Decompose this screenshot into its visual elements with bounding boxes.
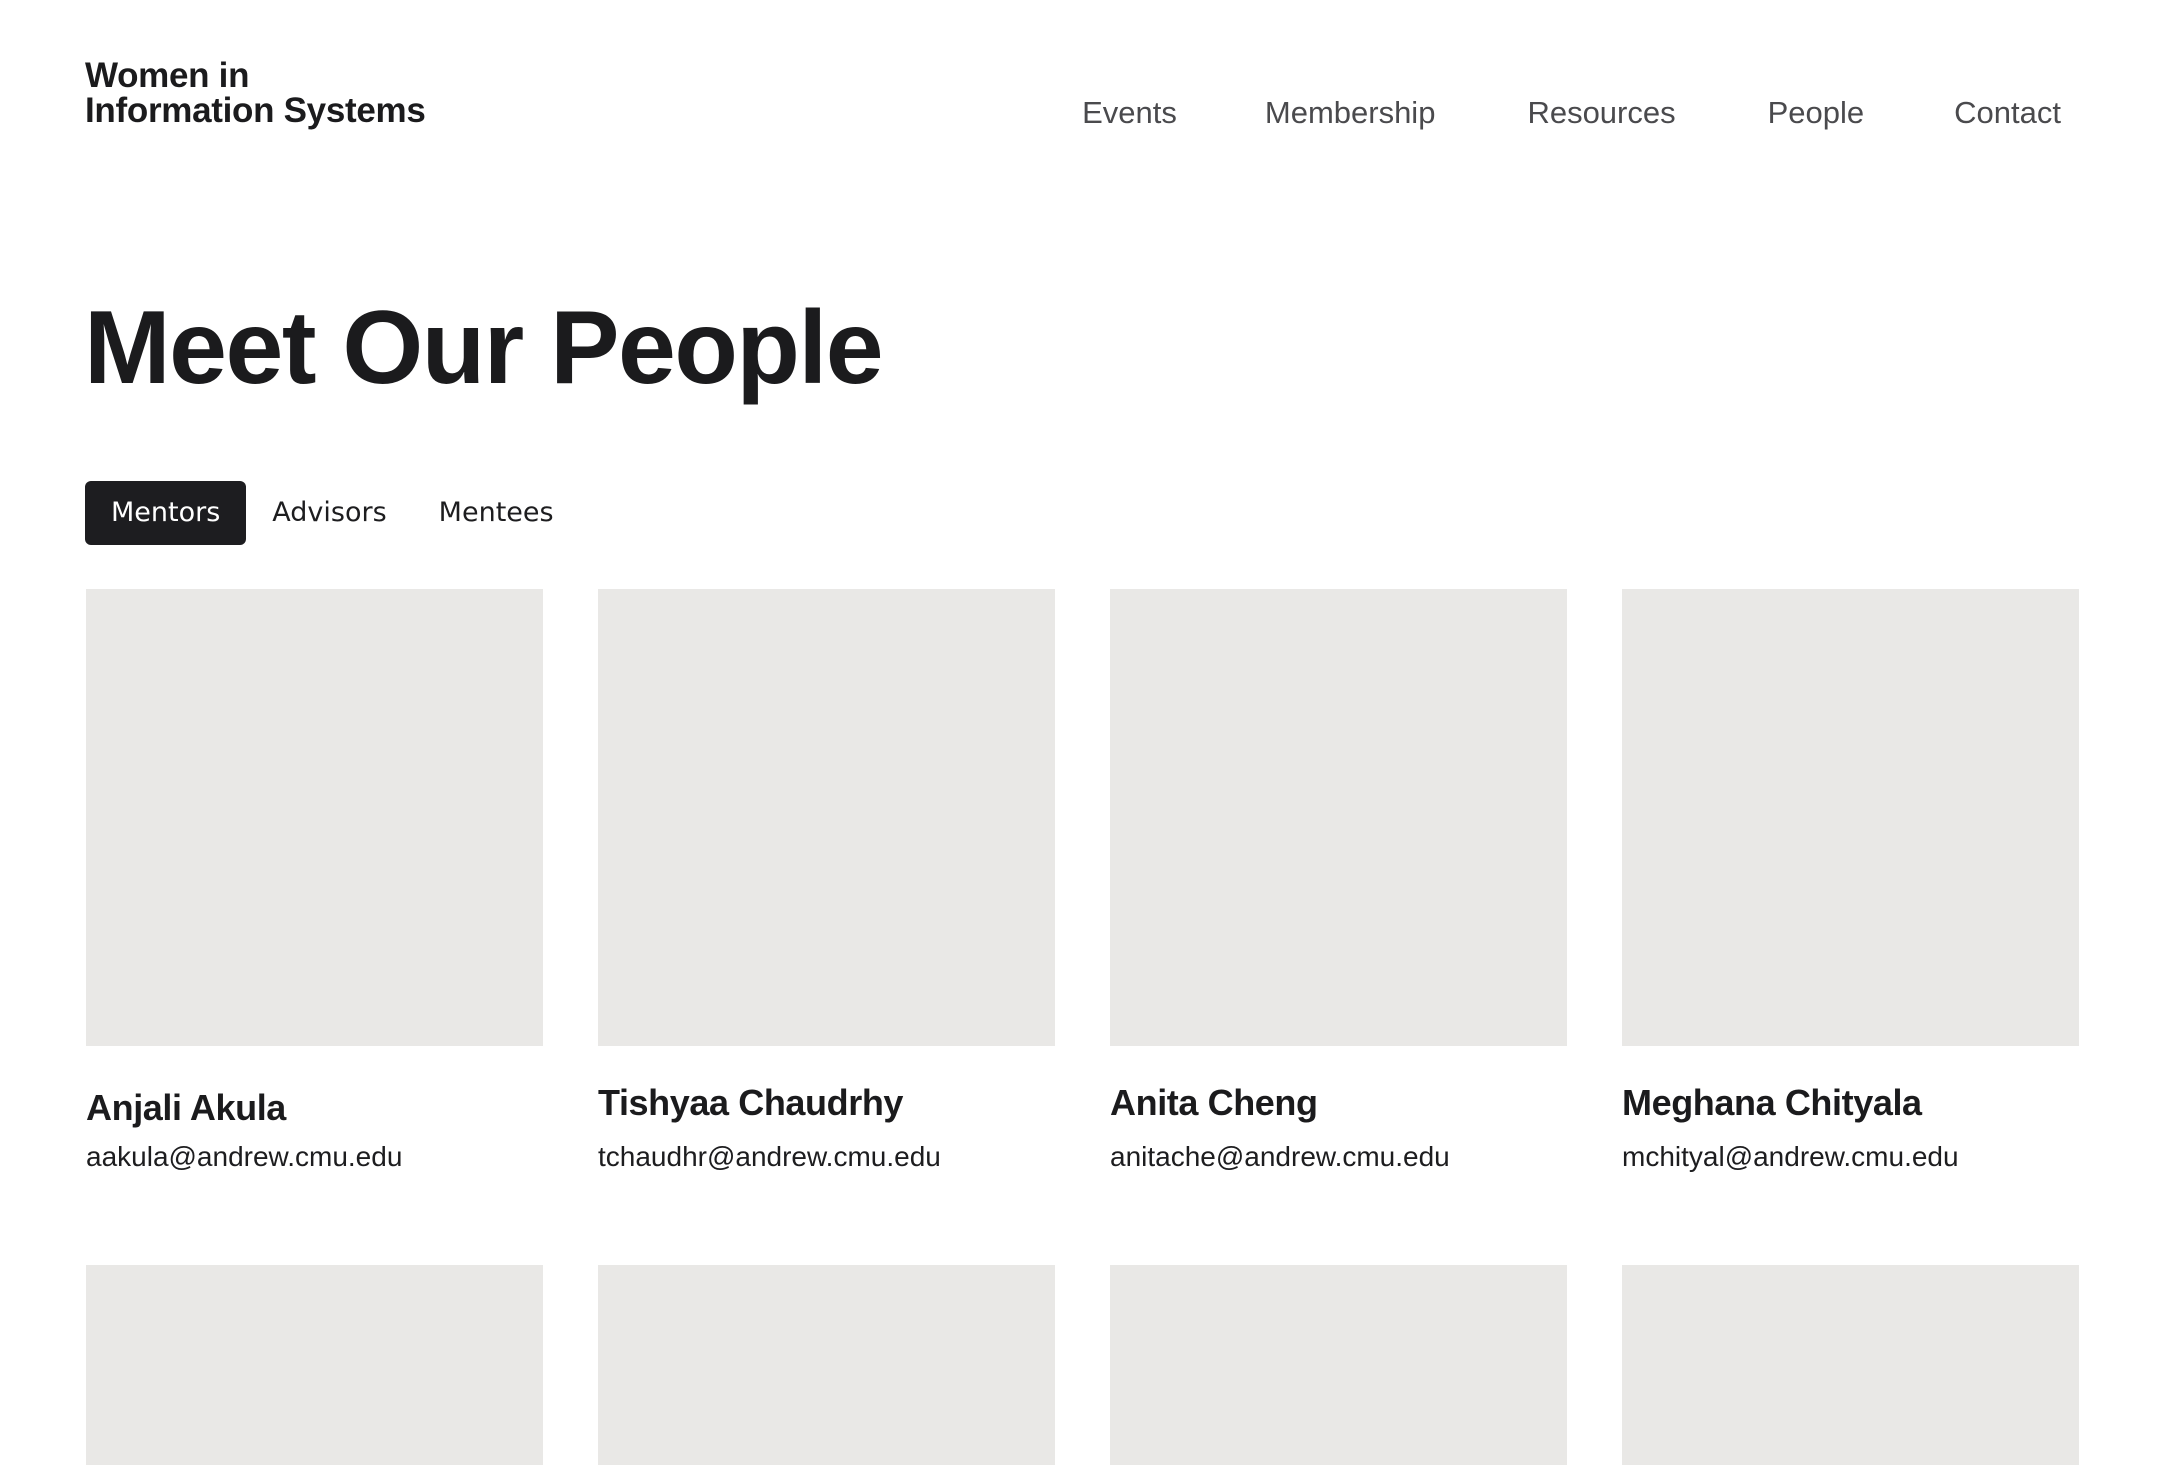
person-name: Tishyaa Chaudrhy <box>598 1082 904 1123</box>
person-card: Anjali Akula aakula@andrew.cmu.edu <box>86 589 543 1174</box>
person-email[interactable]: mchityal@andrew.cmu.edu <box>1622 1140 2079 1174</box>
person-photo-placeholder <box>598 589 1055 1046</box>
person-name: Meghana Chityala <box>1622 1082 1922 1123</box>
tab-mentors[interactable]: Mentors <box>85 481 247 545</box>
person-photo-placeholder <box>1110 1265 1567 1465</box>
person-photo-placeholder <box>598 1265 1055 1465</box>
person-card: Meghana Chityala mchityal@andrew.cmu.edu <box>1622 589 2079 1174</box>
person-email[interactable]: anitache@andrew.cmu.edu <box>1110 1140 1567 1174</box>
nav-link-membership[interactable]: Membership <box>1265 93 1436 133</box>
logo-line-1: Women in <box>85 56 250 95</box>
people-tabs: Mentors Advisors Mentees <box>85 481 580 545</box>
site-logo[interactable]: Women in Information Systems <box>85 58 426 128</box>
logo-line-2: Information Systems <box>85 91 426 130</box>
person-email[interactable]: tchaudhr@andrew.cmu.edu <box>598 1140 1055 1174</box>
person-photo-placeholder <box>1622 589 2079 1046</box>
person-name: Anjali Akula <box>86 1087 286 1128</box>
person-card: Anita Cheng anitache@andrew.cmu.edu <box>1110 589 1567 1174</box>
tab-advisors[interactable]: Advisors <box>246 481 412 545</box>
person-name: Anita Cheng <box>1110 1082 1318 1123</box>
person-photo-placeholder <box>86 589 543 1046</box>
nav-link-resources[interactable]: Resources <box>1527 93 1675 133</box>
person-photo-placeholder <box>86 1265 543 1465</box>
person-card: Tishyaa Chaudrhy tchaudhr@andrew.cmu.edu <box>598 589 1055 1174</box>
tab-mentees[interactable]: Mentees <box>413 481 580 545</box>
page-title: Meet Our People <box>84 290 884 406</box>
person-photo-placeholder <box>1622 1265 2079 1465</box>
person-email[interactable]: aakula@andrew.cmu.edu <box>86 1140 543 1174</box>
main-nav: Events Membership Resources People Conta… <box>1082 93 2061 133</box>
site-header: Women in Information Systems Events Memb… <box>85 58 2061 138</box>
nav-link-contact[interactable]: Contact <box>1954 93 2061 133</box>
person-photo-placeholder <box>1110 589 1567 1046</box>
nav-link-events[interactable]: Events <box>1082 93 1177 133</box>
nav-link-people[interactable]: People <box>1768 93 1865 133</box>
